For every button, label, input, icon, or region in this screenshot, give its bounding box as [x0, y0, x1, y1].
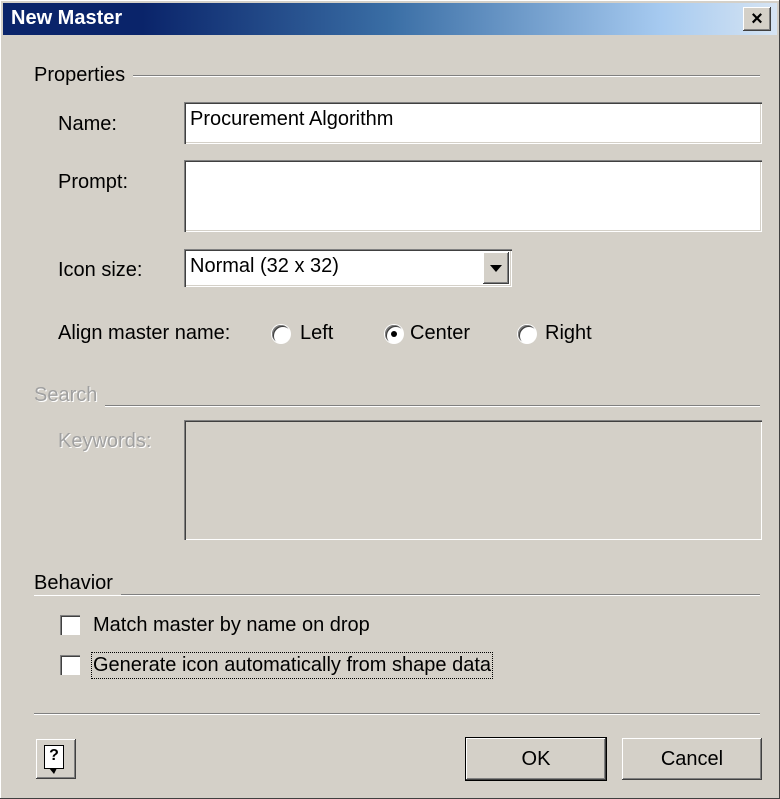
generate-icon-label[interactable]: Generate icon automatically from shape d… [91, 652, 493, 679]
properties-group-label: Properties [34, 64, 134, 87]
search-group-label: Search [34, 384, 106, 407]
name-input[interactable]: Procurement Algorithm [184, 102, 762, 144]
chevron-down-icon[interactable] [483, 252, 509, 284]
footer-divider [34, 713, 760, 715]
generate-icon-checkbox[interactable] [60, 655, 80, 675]
prompt-label: Prompt: [58, 171, 129, 193]
align-left-radio[interactable] [272, 325, 290, 343]
window-title: New Master [11, 7, 123, 29]
align-center-label[interactable]: Center [410, 322, 470, 345]
ok-button[interactable]: OK [466, 738, 606, 780]
align-right-label[interactable]: Right [545, 322, 592, 345]
match-master-label[interactable]: Match master by name on drop [93, 614, 370, 637]
align-center-radio[interactable] [385, 325, 403, 343]
match-master-checkbox[interactable] [60, 615, 80, 635]
align-right-radio[interactable] [518, 325, 536, 343]
keywords-input [184, 420, 762, 540]
properties-group-divider [34, 75, 760, 77]
behavior-group-label: Behavior [34, 572, 121, 595]
align-label: Align master name: [58, 322, 231, 344]
title-bar[interactable]: New Master × [3, 3, 777, 35]
icon-size-label: Icon size: [58, 259, 143, 281]
keywords-label: Keywords: [58, 430, 152, 452]
new-master-dialog: New Master × Properties Name: Procuremen… [0, 0, 780, 799]
close-button[interactable]: × [743, 7, 771, 31]
cancel-button[interactable]: Cancel [622, 738, 762, 780]
help-icon: ? [44, 745, 64, 774]
search-group-divider [34, 405, 760, 407]
icon-size-select[interactable]: Normal (32 x 32) [184, 249, 512, 287]
prompt-input[interactable] [184, 160, 762, 232]
align-left-label[interactable]: Left [300, 322, 333, 345]
name-label: Name: [58, 113, 117, 135]
close-icon: × [751, 8, 763, 30]
icon-size-selected-value: Normal (32 x 32) [190, 255, 339, 277]
behavior-group-divider [34, 594, 760, 596]
help-button[interactable]: ? [36, 739, 76, 779]
